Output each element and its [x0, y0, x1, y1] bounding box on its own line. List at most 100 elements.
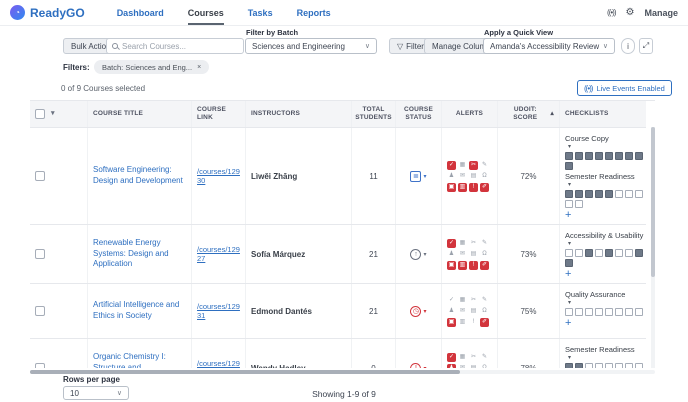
search-input[interactable] — [122, 41, 238, 51]
alert-scissors-icon[interactable]: ✂ — [469, 296, 478, 305]
checklist-item-complete[interactable] — [565, 162, 573, 170]
alert-pencil-icon[interactable]: ✎ — [480, 239, 489, 248]
add-checklist-button[interactable]: + — [565, 210, 571, 221]
chevron-down-icon[interactable]: ▾ — [423, 308, 426, 315]
checklist-item-incomplete[interactable] — [625, 249, 633, 257]
alert-check-circle-icon[interactable]: ✓ — [447, 352, 456, 362]
course-link[interactable]: /courses/12926 — [197, 359, 240, 368]
course-status-published-icon[interactable]: ≣ — [410, 170, 422, 182]
alert-bell-icon[interactable]: Ω — [480, 250, 489, 259]
alert-pencil-icon[interactable]: ✎ — [480, 161, 489, 170]
alert-mail-icon[interactable]: ✉ — [458, 307, 467, 316]
close-icon[interactable]: × — [197, 64, 201, 71]
course-status-unpublished-icon[interactable]: ↑ — [410, 248, 422, 260]
checklist-name[interactable]: Course Copy ▾ — [565, 134, 609, 150]
checklist-item-complete[interactable] — [585, 249, 593, 257]
chevron-down-icon[interactable]: ▾ — [51, 110, 55, 118]
checklist-item-incomplete[interactable] — [595, 308, 603, 316]
alert-scissors-icon[interactable]: ✂ — [469, 353, 478, 362]
checklist-item-complete[interactable] — [635, 249, 643, 257]
course-link[interactable]: /courses/12930 — [197, 167, 240, 185]
checklist-item-incomplete[interactable] — [615, 249, 623, 257]
checklist-item-incomplete[interactable] — [625, 308, 633, 316]
header-total-students[interactable]: TOTAL STUDENTS — [352, 101, 396, 127]
checklist-item-incomplete[interactable] — [595, 363, 603, 368]
checklist-item-complete[interactable] — [565, 152, 573, 160]
header-course-link[interactable]: COURSE LINK — [192, 101, 246, 127]
gear-icon[interactable]: ⚙ — [626, 7, 635, 18]
checklist-item-incomplete[interactable] — [605, 308, 613, 316]
checklist-item-incomplete[interactable] — [635, 190, 643, 198]
header-course-status[interactable]: COURSE STATUS — [396, 101, 442, 127]
alert-check-circle-icon[interactable]: ✓ — [447, 296, 456, 305]
alert-bell-icon[interactable]: Ω — [480, 307, 489, 316]
checklist-item-incomplete[interactable] — [605, 363, 613, 368]
brand[interactable]: ◔ ReadyGO — [10, 5, 85, 20]
alert-person-icon[interactable]: ♟ — [447, 172, 456, 181]
search-box[interactable] — [106, 38, 244, 54]
row-checkbox[interactable] — [35, 306, 45, 316]
checklist-item-incomplete[interactable] — [615, 190, 623, 198]
broadcast-icon[interactable]: ((•)) — [607, 8, 617, 17]
checklist-item-incomplete[interactable] — [625, 190, 633, 198]
manage-button[interactable]: Manage — [644, 8, 678, 18]
vertical-scrollbar[interactable] — [651, 127, 655, 368]
alert-scissors-icon[interactable]: ✂ — [469, 239, 478, 248]
batch-filter-chip[interactable]: Batch: Sciences and Eng... × — [94, 60, 210, 74]
row-checkbox[interactable] — [35, 171, 45, 181]
checklist-item-complete[interactable] — [605, 152, 613, 160]
checklist-item-incomplete[interactable] — [575, 249, 583, 257]
checklist-item-complete[interactable] — [565, 190, 573, 198]
header-checklists[interactable]: CHECKLISTS — [560, 101, 646, 127]
alert-archive-icon[interactable]: ▥ — [458, 318, 467, 327]
alert-calendar-icon[interactable]: ▦ — [458, 239, 467, 248]
alert-calendar-icon[interactable]: ▦ — [458, 296, 467, 305]
alert-pin-icon[interactable]: ✐ — [480, 317, 489, 327]
alert-pin-icon[interactable]: ✐ — [480, 260, 489, 270]
horizontal-scrollbar-thumb[interactable] — [30, 370, 460, 374]
checklist-item-incomplete[interactable] — [575, 308, 583, 316]
checklist-item-incomplete[interactable] — [565, 200, 573, 208]
alert-pencil-icon[interactable]: ✎ — [480, 296, 489, 305]
checklist-item-complete[interactable] — [595, 152, 603, 160]
alert-calendar-icon[interactable]: ▦ — [458, 353, 467, 362]
header-alerts[interactable]: ALERTS — [442, 101, 498, 127]
alert-pin-icon[interactable]: ✐ — [480, 182, 489, 192]
alert-person-icon[interactable]: ♟ — [447, 307, 456, 316]
course-title-link[interactable]: Artificial Intelligence and Ethics in So… — [93, 300, 186, 322]
alert-warning-icon[interactable]: ! — [469, 260, 478, 270]
nav-item-dashboard[interactable]: Dashboard — [117, 1, 164, 25]
nav-item-courses[interactable]: Courses — [187, 1, 224, 25]
checklist-item-incomplete[interactable] — [615, 308, 623, 316]
alert-archive-icon[interactable]: ▥ — [458, 182, 467, 192]
horizontal-scrollbar[interactable] — [30, 370, 655, 374]
checklist-name[interactable]: Semester Readiness ▾ — [565, 345, 635, 361]
alert-inbox-icon[interactable]: ▣ — [447, 260, 456, 270]
alert-check-circle-icon[interactable]: ✓ — [447, 160, 456, 170]
nav-item-tasks[interactable]: Tasks — [248, 1, 273, 25]
checklist-item-complete[interactable] — [605, 249, 613, 257]
alert-mail-icon[interactable]: ✉ — [458, 364, 467, 368]
checklist-item-complete[interactable] — [575, 152, 583, 160]
course-title-link[interactable]: Software Engineering: Design and Develop… — [93, 165, 186, 187]
alert-person-icon[interactable]: ♟ — [447, 363, 456, 368]
live-events-button[interactable]: ((•)) Live Events Enabled — [577, 80, 672, 96]
alert-file-icon[interactable]: ▤ — [469, 307, 478, 316]
checklist-item-incomplete[interactable] — [565, 308, 573, 316]
checklist-item-incomplete[interactable] — [615, 363, 623, 368]
checklist-item-complete[interactable] — [625, 152, 633, 160]
checklist-item-complete[interactable] — [585, 190, 593, 198]
alert-inbox-icon[interactable]: ▣ — [447, 182, 456, 192]
chevron-down-icon[interactable]: ▾ — [423, 173, 426, 180]
chevron-down-icon[interactable]: ▾ — [423, 365, 426, 369]
alert-warning-icon[interactable]: ! — [469, 318, 478, 327]
header-course-title[interactable]: COURSE TITLE — [88, 101, 192, 127]
row-checkbox[interactable] — [35, 363, 45, 368]
course-link[interactable]: /courses/12927 — [197, 245, 240, 263]
row-checkbox[interactable] — [35, 249, 45, 259]
alert-mail-icon[interactable]: ✉ — [458, 172, 467, 181]
alert-calendar-icon[interactable]: ▦ — [458, 161, 467, 170]
checklist-item-incomplete[interactable] — [635, 308, 643, 316]
header-instructors[interactable]: INSTRUCTORS — [246, 101, 352, 127]
course-title-link[interactable]: Organic Chemistry I: Structure and Mecha… — [93, 352, 186, 368]
